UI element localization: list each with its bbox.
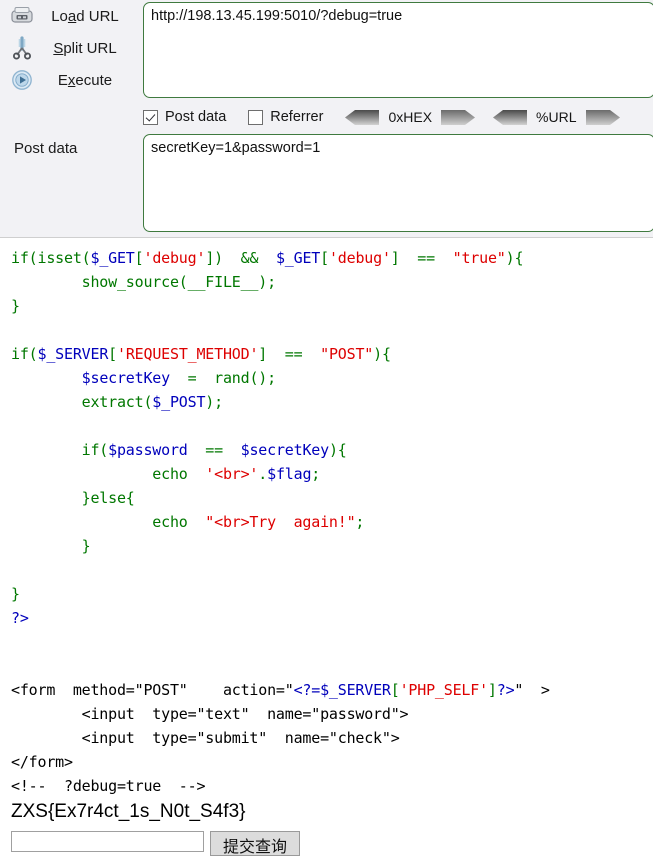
load-url-icon [8,3,36,29]
php-source-output: if(isset($_GET['debug']) && $_GET['debug… [0,238,653,798]
execute-button[interactable]: Execute [0,64,140,96]
post-data-label: Post data [14,140,78,157]
page-output-section: ZXS{Ex7r4ct_1s_N0t_S4f3} 提交查询 [0,798,653,856]
post-data-input[interactable] [143,134,653,232]
post-data-checkbox[interactable]: Post data [143,109,226,125]
hackbar-panel: Load URL Split URL Execute http://198.13… [0,0,653,238]
url-encode-right-arrow-icon[interactable] [585,109,620,125]
post-data-field-wrapper [143,134,653,232]
referrer-checkbox[interactable]: Referrer [248,109,323,125]
split-url-button[interactable]: Split URL [0,32,140,64]
url-encode-label: %URL [536,109,577,125]
hex-decode-left-arrow-icon[interactable] [345,109,380,125]
split-url-label: Split URL [53,39,117,57]
post-data-checkbox-box[interactable] [143,109,158,125]
password-input[interactable] [11,831,204,852]
url-encode-group: %URL [493,109,620,125]
hackbar-options-row: Post data Referrer 0xHEX %URL [143,104,653,130]
flag-text: ZXS{Ex7r4ct_1s_N0t_S4f3} [11,801,246,822]
post-data-checkbox-label: Post data [165,109,227,125]
scissors-icon [8,35,36,61]
referrer-checkbox-label: Referrer [270,109,324,125]
php-source-code: if(isset($_GET['debug']) && $_GET['debug… [11,249,550,795]
execute-play-icon [8,67,36,93]
hex-label: 0xHEX [388,109,433,125]
url-input[interactable] [143,2,653,98]
hex-encode-group: 0xHEX [345,109,476,125]
execute-label: Execute [57,71,113,89]
referrer-checkbox-box[interactable] [248,109,264,125]
load-url-label: Load URL [51,7,119,25]
load-url-button[interactable]: Load URL [0,0,140,32]
hex-encode-right-arrow-icon[interactable] [441,109,476,125]
url-decode-left-arrow-icon[interactable] [493,109,528,125]
url-field-wrapper [143,2,653,98]
hackbar-action-list: Load URL Split URL Execute [0,0,140,100]
